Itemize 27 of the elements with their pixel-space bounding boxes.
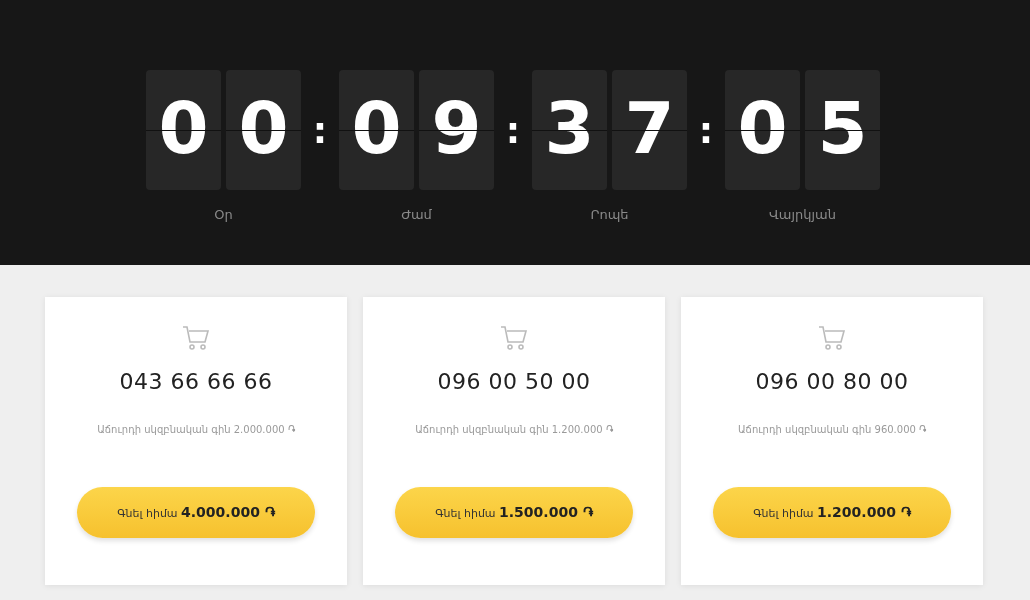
time-separator: : [504, 108, 522, 153]
time-unit-label: Րոպե [590, 207, 629, 222]
time-unit-label: Օր [214, 207, 233, 222]
cart-icon [499, 323, 529, 353]
time-separator: : [697, 108, 715, 153]
time-unit-label: Վայրկյան [769, 207, 836, 222]
cart-icon [181, 323, 211, 353]
phone-number: 096 00 80 00 [755, 369, 909, 394]
flip-digit: 3 [532, 70, 607, 190]
start-price-text: Աճուրդի սկզբնական գին 1.200.000 ֏ [415, 424, 613, 436]
cart-icon [817, 323, 847, 353]
time-separator: : [311, 108, 329, 153]
buy-now-button[interactable]: Գնել հիմա 1.500.000 ֏ [395, 487, 633, 538]
flip-digit: 9 [419, 70, 494, 190]
phone-number: 043 66 66 66 [119, 369, 273, 394]
flip-digit: 0 [725, 70, 800, 190]
flip-digit: 0 [226, 70, 301, 190]
buy-now-button[interactable]: Գնել հիմա 1.200.000 ֏ [713, 487, 951, 538]
flip-digit: 7 [612, 70, 687, 190]
start-price-text: Աճուրդի սկզբնական գին 2.000.000 ֏ [97, 424, 295, 436]
flip-digit: 5 [805, 70, 880, 190]
buy-now-button[interactable]: Գնել հիմա 4.000.000 ֏ [77, 487, 315, 538]
flip-digit: 0 [146, 70, 221, 190]
flip-digit: 0 [339, 70, 414, 190]
time-unit-label: Ժամ [401, 207, 432, 222]
phone-number: 096 00 50 00 [437, 369, 591, 394]
start-price-text: Աճուրդի սկզբնական գին 960.000 ֏ [737, 424, 927, 436]
